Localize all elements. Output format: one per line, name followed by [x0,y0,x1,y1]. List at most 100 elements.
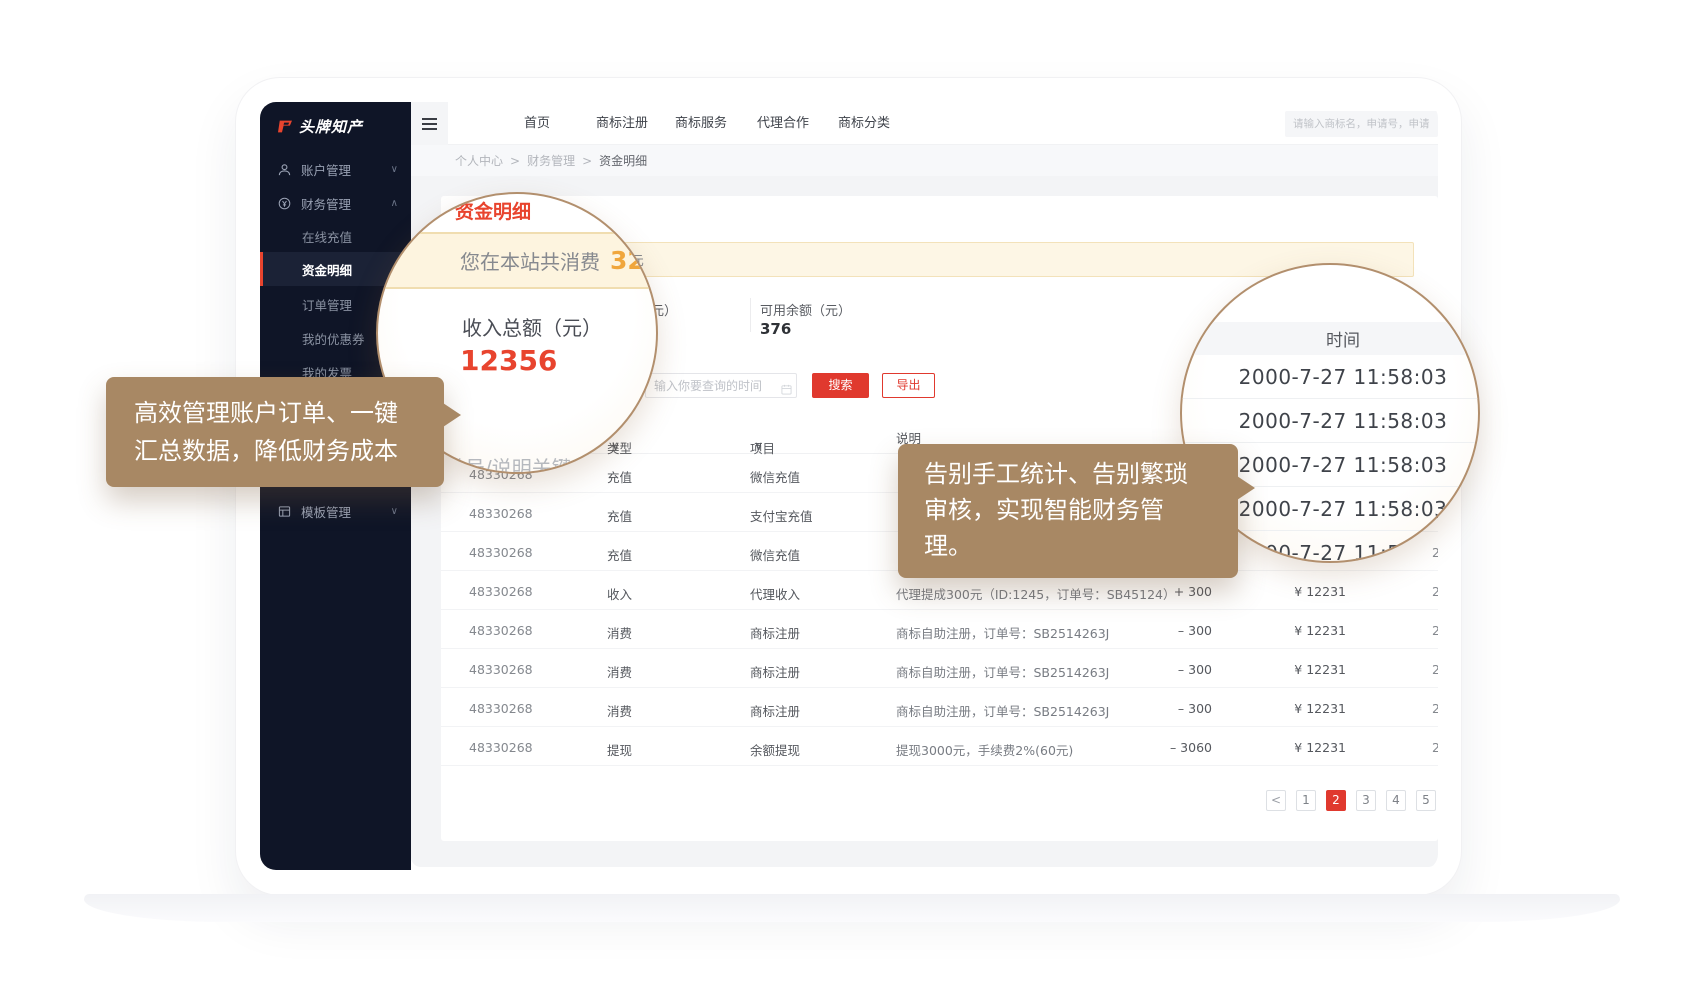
cell-amount: – 300 [1178,701,1212,716]
pagination: < 1 2 3 4 5 [1266,790,1436,811]
sidebar-item-label: 我的优惠券 [302,329,365,348]
cell-amount: – 300 [1178,662,1212,677]
nav-trademark-register[interactable]: 商标注册 [596,102,648,145]
table-row: 48330268 提现 余额提现 提现3000元，手续费2%(60元) – 30… [441,727,1438,766]
breadcrumb-separator: > [510,154,520,168]
sidebar-item-label: 订单管理 [302,295,352,314]
pagination-page-1[interactable]: 1 [1296,790,1316,811]
cell-project: 商标注册 [750,662,800,681]
sort-icon: ∨ [611,438,620,453]
brand-name: 头牌知产 [299,116,363,137]
breadcrumb-current: 资金明细 [599,152,647,169]
pagination-page-4[interactable]: 4 [1386,790,1406,811]
lens-income-label: 收入总额（元） [462,312,602,341]
cell-description: 代理提成300元（ID:1245，订单号：SB45124） [896,584,1175,603]
cell-order-no: 48330268 [469,662,533,677]
nav-trademark-service[interactable]: 商标服务 [675,102,727,145]
sidebar-item-account[interactable]: 账户管理 ∨ [260,152,411,186]
cell-order-no: 48330268 [469,584,533,599]
stat-divider [750,298,751,332]
breadcrumb-item[interactable]: 个人中心 [455,152,503,169]
breadcrumb-separator: > [582,154,592,168]
cell-time: 2000-7-27 11:58:03 [1432,740,1438,755]
cell-amount: – 3060 [1170,740,1212,755]
lens-time-value: 2000-7-27 11:58:03 [1180,399,1480,443]
breadcrumb-item[interactable]: 财务管理 [527,152,575,169]
cell-time: 2000-7-27 11:58:03 [1432,662,1438,677]
cell-project: 余额提现 [750,740,800,759]
stat-balance-value: 376 [760,320,791,338]
cell-order-no: 48330268 [469,740,533,755]
cell-description: 提现3000元，手续费2%(60元) [896,740,1073,759]
nav-agency-cooperation[interactable]: 代理合作 [757,102,809,145]
cell-amount: – 300 [1178,623,1212,638]
pagination-page-2[interactable]: 2 [1326,790,1346,811]
cell-description: 商标自助注册，订单号：SB2514263J [896,662,1109,681]
cell-order-no: 48330268 [469,545,533,560]
sidebar-item-label: 在线充值 [302,227,352,246]
template-icon [278,505,292,518]
cell-balance: ¥ 12231 [1294,740,1346,755]
cell-type: 消费 [607,662,632,681]
cell-order-no: 48330268 [469,701,533,716]
lens-keyword-placeholder: 订单号/说明关键 [425,452,572,474]
sidebar-item-template[interactable]: 模板管理 ∨ [260,494,411,528]
lens-banner: 您在本站共消费 32124 [376,232,658,289]
marketing-screenshot: 头牌知产 账户管理 ∨ 财务管理 ∧ 在线充值 资金明细 [0,0,1696,1002]
pagination-prev[interactable]: < [1266,790,1286,811]
cell-description: 商标自助注册，订单号：SB2514263J [896,623,1109,642]
cell-order-no: 48330268 [469,506,533,521]
finance-icon [278,197,292,210]
table-row: 48330268 消费 商标注册 商标自助注册，订单号：SB2514263J –… [441,649,1438,688]
cell-project: 微信充值 [750,545,800,564]
top-navigation: 首页 商标注册 商标服务 代理合作 商标分类 [411,102,1438,145]
lens-time-header: 时间 [1182,322,1478,355]
menu-icon[interactable] [411,102,448,145]
cell-time: 2000-7-27 11:58:03 [1432,623,1438,638]
breadcrumb: 个人中心 > 财务管理 > 资金明细 [411,145,1438,176]
table-row: 48330268 消费 商标注册 商标自助注册，订单号：SB2514263J –… [441,688,1438,727]
cell-time: 2000-7-27 11:58:03 [1432,584,1438,599]
nav-trademark-category[interactable]: 商标分类 [838,102,890,145]
pagination-page-5[interactable]: 5 [1416,790,1436,811]
cell-order-no: 48330268 [469,623,533,638]
export-button[interactable]: 导出 [882,373,935,398]
cell-project: 商标注册 [750,623,800,642]
table-row: 48330268 消费 商标注册 商标自助注册，订单号：SB2514263J –… [441,610,1438,649]
chevron-down-icon: ∨ [391,506,398,517]
search-button[interactable]: 搜索 [812,373,869,398]
sidebar-item-finance[interactable]: 财务管理 ∧ [260,186,411,220]
cell-time: 2000-7-27 11:58:03 [1432,701,1438,716]
brand-flag-icon [278,117,292,136]
date-filter-input[interactable] [645,373,797,398]
cell-project: 商标注册 [750,701,800,720]
cell-balance: ¥ 12231 [1294,662,1346,677]
sidebar-item-label: 账户管理 [301,160,351,179]
lens-time-value: 2000-7-27 11:58:03 [1180,355,1480,399]
cell-project: 支付宝充值 [750,506,813,525]
nav-home[interactable]: 首页 [524,102,550,145]
cell-balance: ¥ 12231 [1294,623,1346,638]
stat-balance-label: 可用余额（元） [760,300,851,319]
tooltip-right: 告别手工统计、告别繁琐审核，实现智能财务管理。 [898,444,1238,578]
cell-description: 商标自助注册，订单号：SB2514263J [896,701,1109,720]
sidebar-item-label: 财务管理 [301,194,351,213]
user-icon [278,163,292,176]
cell-amount: + 300 [1174,584,1212,599]
chevron-down-icon: ∨ [391,164,398,175]
cell-type: 充值 [607,545,632,564]
lens-banner-text: 您在本站共消费 [460,246,600,275]
cell-type: 消费 [607,623,632,642]
cell-project: 代理收入 [750,584,800,603]
lens-banner-amount: 32124 [610,246,658,275]
tooltip-left: 高效管理账户订单、一键汇总数据，降低财务成本 [106,377,444,487]
search-input[interactable] [1285,111,1438,137]
brand-logo[interactable]: 头牌知产 [278,116,363,137]
cell-project: 微信充值 [750,467,800,486]
sort-icon: ∨ [754,438,763,453]
chevron-up-icon: ∧ [391,198,398,209]
pagination-page-3[interactable]: 3 [1356,790,1376,811]
sidebar-item-label: 模板管理 [301,502,351,521]
sidebar-item-label: 资金明细 [302,260,352,279]
cell-balance: ¥ 12231 [1294,584,1346,599]
